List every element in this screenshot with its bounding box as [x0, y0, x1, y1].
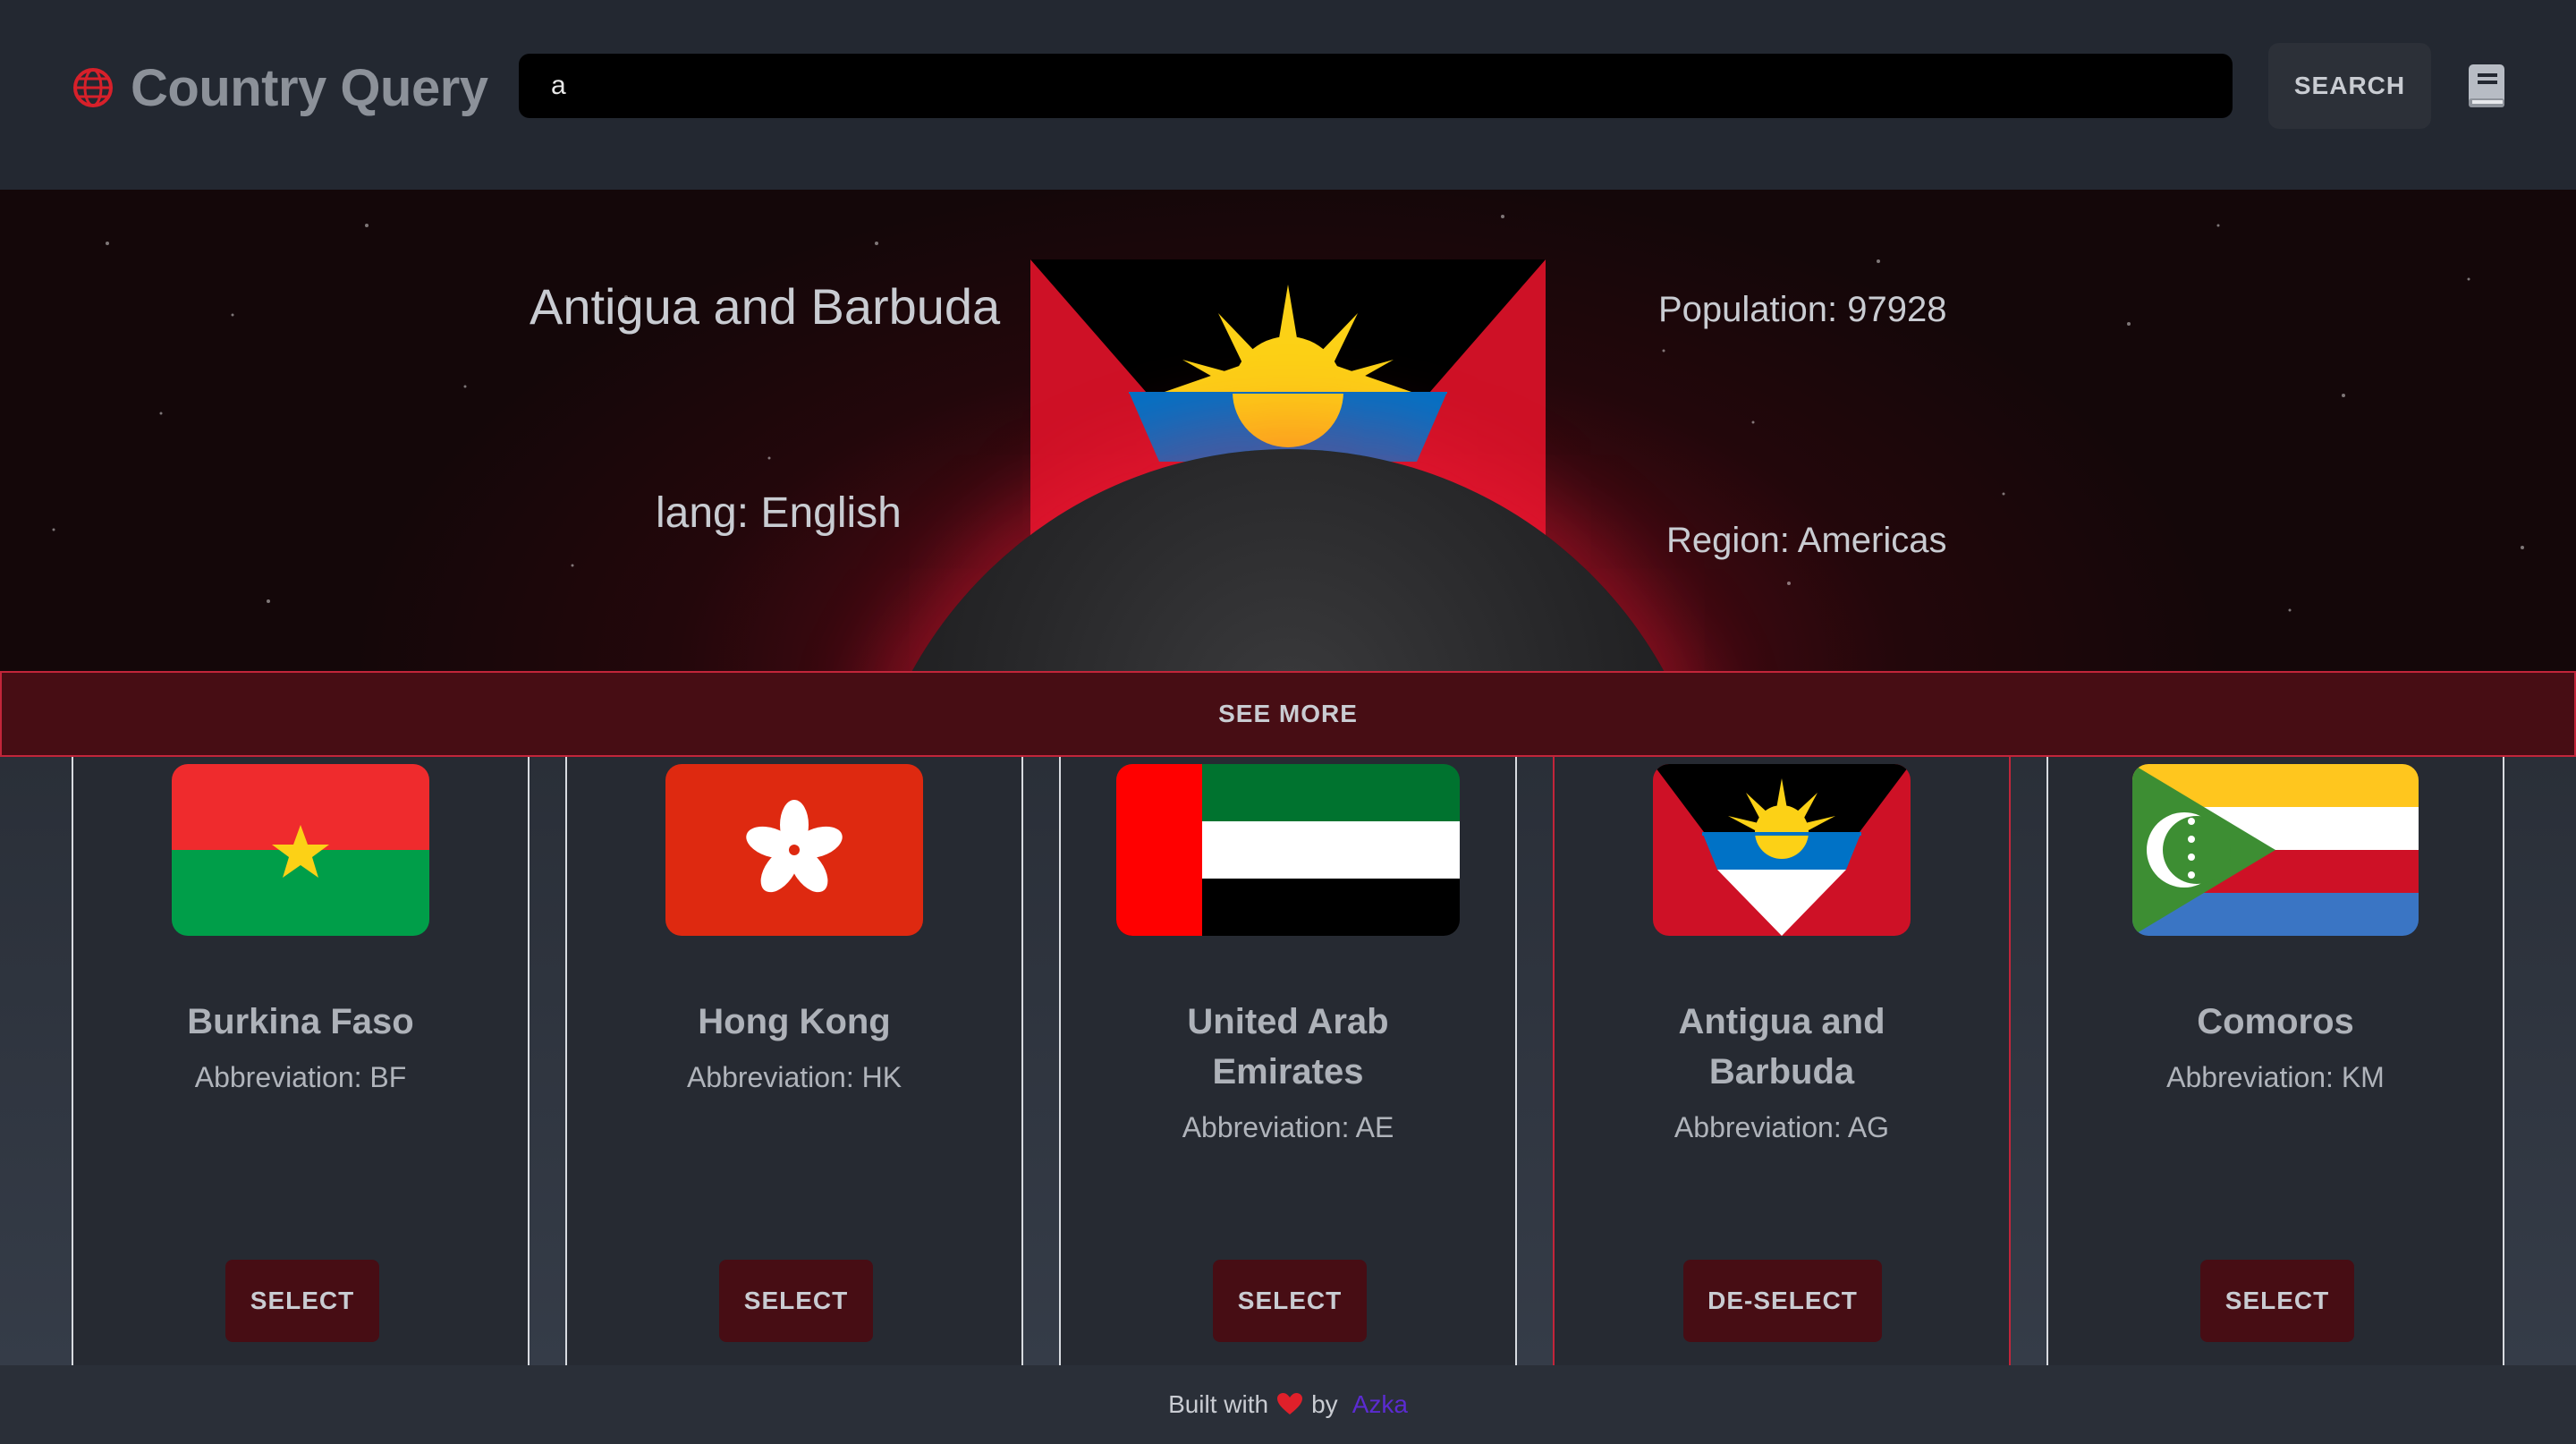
country-card-name: Comoros — [2197, 1002, 2354, 1041]
country-card-abbreviation: Abbreviation: KM — [2166, 1061, 2385, 1093]
country-card: Comoros Abbreviation: KM SELECT — [2046, 757, 2504, 1365]
country-card: Burkina Faso Abbreviation: BF SELECT — [72, 757, 530, 1365]
country-card-list: Burkina Faso Abbreviation: BF SELECT Hon… — [0, 757, 2576, 1365]
search-input[interactable] — [519, 54, 2233, 118]
country-card-selected: Antigua and Barbuda Abbreviation: AG DE-… — [1553, 757, 2011, 1365]
flag-hong-kong — [665, 764, 923, 936]
deselect-button[interactable]: DE-SELECT — [1683, 1260, 1882, 1342]
country-card-name: United Arab Emirates — [1187, 1002, 1389, 1091]
featured-country-population: Population: 97928 — [1658, 290, 1947, 329]
select-button[interactable]: SELECT — [1213, 1260, 1367, 1342]
search-button[interactable]: SEARCH — [2268, 43, 2431, 129]
country-card-name: Burkina Faso — [187, 1002, 414, 1041]
flag-united-arab-emirates — [1116, 764, 1460, 936]
book-icon[interactable] — [2467, 63, 2506, 109]
featured-country-name: Antigua and Barbuda — [530, 278, 1001, 335]
app-header: Country Query SEARCH — [0, 0, 2576, 190]
heart-icon — [1277, 1393, 1303, 1414]
country-card-abbreviation: Abbreviation: AE — [1182, 1111, 1394, 1143]
select-button[interactable]: SELECT — [225, 1260, 379, 1342]
select-button[interactable]: SELECT — [719, 1260, 873, 1342]
flag-comoros — [2132, 764, 2419, 936]
country-card-name: Antigua and Barbuda — [1678, 1002, 1885, 1091]
see-more-button[interactable]: SEE MORE — [0, 671, 2576, 757]
country-card: United Arab Emirates Abbreviation: AE SE… — [1059, 757, 1517, 1365]
country-card: Hong Kong Abbreviation: HK SELECT — [565, 757, 1023, 1365]
select-button[interactable]: SELECT — [2200, 1260, 2354, 1342]
featured-country-hero: Antigua and Barbuda lang: English Popula… — [0, 190, 2576, 671]
footer-built-with: Built with — [1168, 1390, 1269, 1418]
author-link[interactable]: Azka — [1352, 1390, 1408, 1419]
country-card-name: Hong Kong — [698, 1002, 891, 1041]
app-title: Country Query — [131, 58, 488, 117]
featured-country-region: Region: Americas — [1666, 521, 1947, 560]
country-card-abbreviation: Abbreviation: HK — [686, 1061, 902, 1093]
footer-by: by — [1311, 1390, 1338, 1418]
globe-icon — [73, 68, 113, 107]
featured-country-language: lang: English — [656, 489, 902, 537]
country-card-abbreviation: Abbreviation: BF — [194, 1061, 407, 1093]
footer: Built with by Azka — [0, 1365, 2576, 1444]
brand[interactable]: Country Query — [72, 52, 488, 123]
flag-antigua-and-barbuda — [1653, 764, 1911, 936]
country-card-abbreviation: Abbreviation: AG — [1674, 1111, 1890, 1143]
flag-burkina-faso — [172, 764, 429, 936]
